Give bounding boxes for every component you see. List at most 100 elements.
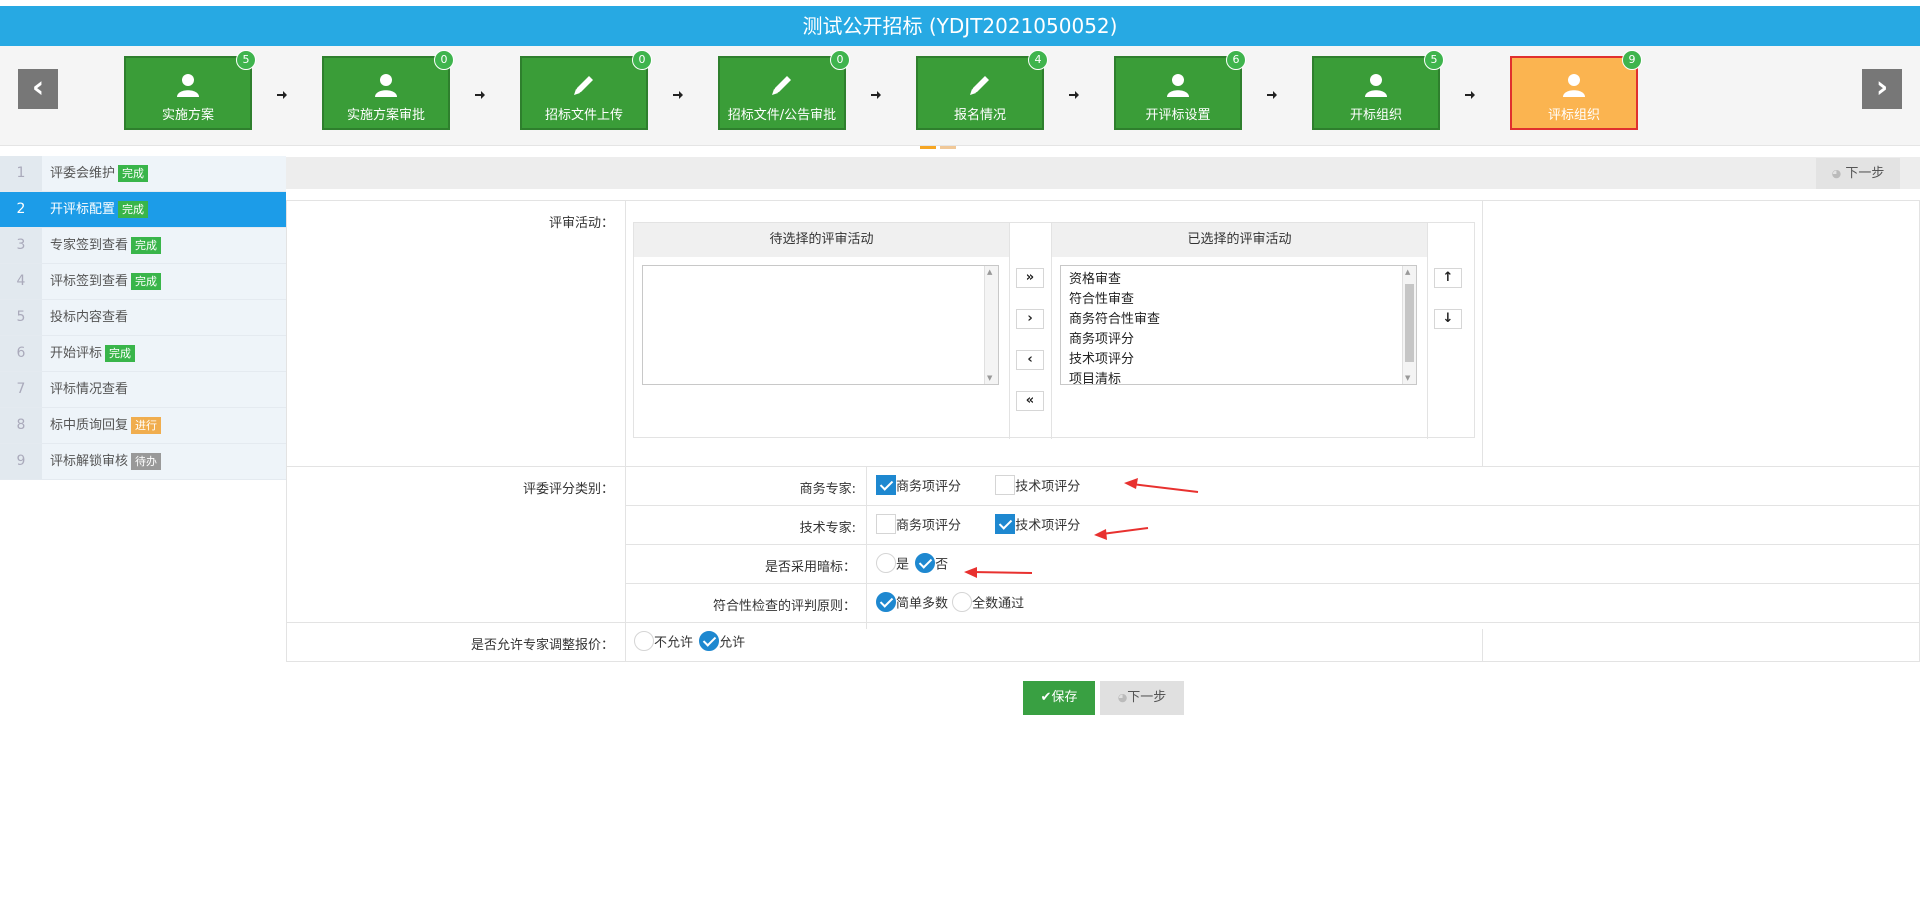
tech-expert-business-score-checkbox[interactable] <box>876 514 896 534</box>
scroll-up-icon[interactable]: ▲ <box>1405 268 1410 276</box>
list-item[interactable]: 商务项评分 <box>1061 330 1416 350</box>
prev-steps-button[interactable]: ‹ <box>18 69 58 109</box>
scroll-up-icon[interactable]: ▲ <box>987 268 992 276</box>
principle-label: 符合性检查的评判原则： <box>712 599 856 614</box>
move-all-left-button[interactable]: « <box>1016 391 1044 411</box>
workflow-steps: ‹ › 实施方案 5 实施方案审批 0 招标文件上传 0 招标文件/公告审批 0 报名情况 4 开评… <box>0 46 1920 149</box>
list-item[interactable]: 技术项评分 <box>1061 350 1416 370</box>
next-step-button[interactable]: ◕下一步 <box>1100 681 1184 715</box>
divider <box>286 622 1920 623</box>
arrow-right-icon <box>1464 89 1476 101</box>
arrow-right-icon <box>1068 89 1080 101</box>
user-icon <box>175 72 201 98</box>
sidebar-item[interactable]: 4 评标签到查看 完成 <box>0 264 286 300</box>
arrow-right-icon <box>870 89 882 101</box>
sidebar-item[interactable]: 9 评标解锁审核 待办 <box>0 444 286 480</box>
scroll-down-icon[interactable]: ▼ <box>987 374 992 382</box>
step-card[interactable]: 实施方案审批 0 <box>322 50 454 130</box>
step-card[interactable]: 报名情况 4 <box>916 50 1048 130</box>
business-expert-business-score-checkbox[interactable] <box>876 475 896 495</box>
business-expert-options: 商务项评分 技术项评分 <box>876 475 1080 495</box>
move-up-button[interactable]: ↑ <box>1434 268 1462 288</box>
adjust-price-no-radio[interactable] <box>634 631 654 651</box>
save-button[interactable]: ✔保存 <box>1023 681 1095 715</box>
pager-dots <box>920 138 960 153</box>
status-badge: 待办 <box>131 453 162 470</box>
selected-activities-list[interactable]: 资格审查 符合性审查 商务符合性审查 商务项评分 技术项评分 项目清标 ▲ ▼ <box>1060 265 1417 385</box>
arrow-right-icon <box>672 89 684 101</box>
category-label: 评委评分类别： <box>522 482 614 497</box>
user-icon <box>1363 72 1389 98</box>
sidebar-item-label: 标中质询回复 <box>50 418 129 433</box>
sidebar-item-number: 4 <box>0 264 42 299</box>
blind-bid-yes-radio[interactable] <box>876 553 896 573</box>
business-expert-tech-score-checkbox[interactable] <box>995 475 1016 495</box>
pager-dot[interactable] <box>940 146 956 149</box>
move-down-button[interactable]: ↓ <box>1434 309 1462 329</box>
pencil-icon <box>571 72 597 98</box>
sidebar-item[interactable]: 3 专家签到查看 完成 <box>0 228 286 264</box>
principle-unanimous-radio[interactable] <box>952 592 973 612</box>
sidebar-item-label: 评标情况查看 <box>50 382 129 397</box>
step-card[interactable]: 实施方案 5 <box>124 50 256 130</box>
step-card[interactable]: 招标文件/公告审批 0 <box>718 50 850 130</box>
arrow-right-icon <box>276 89 288 101</box>
adjust-price-options: 不允许 允许 <box>634 631 745 651</box>
red-arrow-annotation <box>1124 478 1199 493</box>
move-left-button[interactable]: ‹ <box>1016 350 1044 370</box>
pencil-icon <box>967 72 993 98</box>
adjust-price-yes-radio[interactable] <box>699 631 720 651</box>
tech-expert-label: 技术专家: <box>799 521 856 536</box>
sidebar-item[interactable]: 5 投标内容查看 <box>0 300 286 336</box>
step-label: 招标文件上传 <box>544 108 623 123</box>
divider <box>1482 200 1483 466</box>
next-steps-button[interactable]: › <box>1862 69 1902 109</box>
user-icon <box>1561 72 1587 98</box>
step-label: 实施方案 <box>161 108 214 123</box>
sidebar-item[interactable]: 7 评标情况查看 <box>0 372 286 408</box>
arrow-right-icon <box>474 89 486 101</box>
sidebar-item-label: 评标签到查看 <box>50 274 129 289</box>
red-arrow-annotation <box>1094 527 1149 540</box>
scrollbar[interactable]: ▲ ▼ <box>984 266 998 384</box>
step-label: 招标文件/公告审批 <box>727 108 837 123</box>
sidebar-item-label: 专家签到查看 <box>50 238 129 253</box>
scrollbar[interactable]: ▲ ▼ <box>1402 266 1416 384</box>
move-all-right-button[interactable]: » <box>1016 268 1044 288</box>
business-expert-label: 商务专家: <box>799 482 856 497</box>
step-label: 评标组织 <box>1547 108 1600 123</box>
adjust-price-label: 是否允许专家调整报价： <box>470 638 614 653</box>
scroll-down-icon[interactable]: ▼ <box>1405 374 1410 382</box>
step-card[interactable]: 评标组织 9 <box>1510 50 1642 130</box>
activity-label: 评审活动： <box>548 216 614 231</box>
sidebar-item[interactable]: 2 开评标配置 完成 <box>0 192 286 228</box>
list-item[interactable]: 资格审查 <box>1061 270 1416 290</box>
sidebar-item-number: 7 <box>0 372 42 407</box>
sidebar-item-label: 评委会维护 <box>50 166 116 181</box>
list-item[interactable]: 商务符合性审查 <box>1061 310 1416 330</box>
sidebar-item-number: 6 <box>0 336 42 371</box>
step-label: 开标组织 <box>1349 108 1402 123</box>
sidebar-item[interactable]: 8 标中质询回复 进行 <box>0 408 286 444</box>
blind-bid-no-radio[interactable] <box>915 553 936 573</box>
step-count-badge: 0 <box>632 50 652 70</box>
list-item[interactable]: 项目清标 <box>1061 370 1416 384</box>
step-card[interactable]: 开评标设置 6 <box>1114 50 1246 130</box>
available-activities-list[interactable]: ▲ ▼ <box>642 265 999 385</box>
pager-dot[interactable] <box>920 146 936 149</box>
principle-simple-majority-radio[interactable] <box>876 592 896 612</box>
step-card[interactable]: 开标组织 5 <box>1312 50 1444 130</box>
step-count-badge: 0 <box>434 50 454 70</box>
step-card[interactable]: 招标文件上传 0 <box>520 50 652 130</box>
move-right-button[interactable]: › <box>1016 309 1044 329</box>
activity-dual-list: 待选择的评审活动 已选择的评审活动 ▲ ▼ 资格审查 符合性审查 商务符合性审查 商务项… <box>633 222 1475 439</box>
sidebar-item[interactable]: 1 评委会维护 完成 <box>0 156 286 192</box>
tech-expert-tech-score-checkbox[interactable] <box>995 514 1016 534</box>
divider <box>1051 223 1052 439</box>
list-item[interactable]: 符合性审查 <box>1061 290 1416 310</box>
scrollbar-thumb[interactable] <box>1405 284 1414 362</box>
next-step-top-button[interactable]: ◕ 下一步 <box>1816 158 1900 189</box>
sidebar-item[interactable]: 6 开始评标 完成 <box>0 336 286 372</box>
arrow-circle-icon: ◕ <box>1831 167 1842 180</box>
step-label: 报名情况 <box>953 108 1006 123</box>
